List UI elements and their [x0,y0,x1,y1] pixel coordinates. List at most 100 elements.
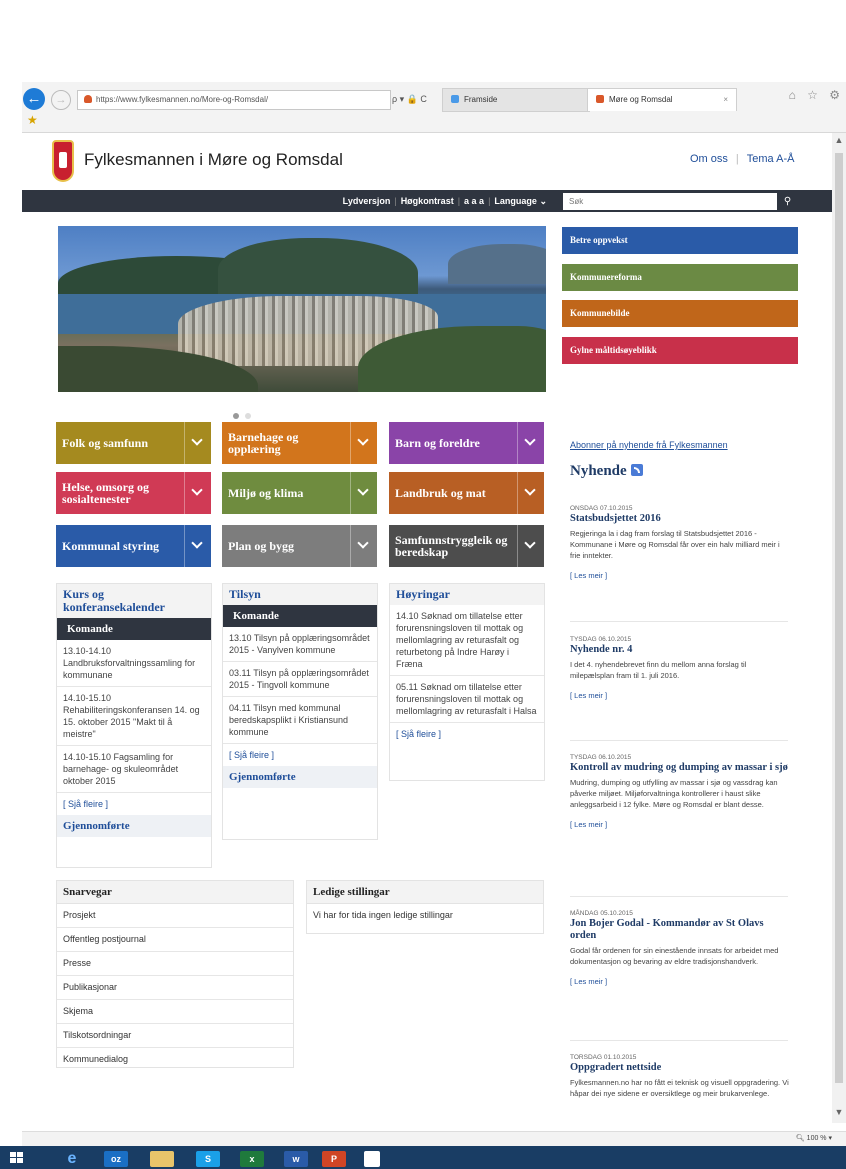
rss-icon[interactable] [630,464,643,476]
shortcut-link[interactable]: Prosjekt [57,904,293,928]
carousel-dot[interactable] [233,413,239,419]
list-item[interactable]: 14.10-15.10 Fagsamling for barnehage- og… [57,746,211,793]
link-hogkontrast[interactable]: Høgkontrast [401,196,454,206]
news-title[interactable]: Oppgradert nettside [570,1062,790,1074]
tile-barn-og-foreldre[interactable]: Barn og foreldre [389,422,544,464]
site-title[interactable]: Fylkesmannen i Møre og Romsdal [84,150,343,170]
site-tab-icon [596,95,604,103]
subscribe-link[interactable]: Abonner på nyhende frå Fylkesmannen [570,440,728,450]
text-size-control[interactable]: a a a [464,196,484,206]
list-item[interactable]: 13.10 Tilsyn på opplæringsområdet 2015 -… [223,627,377,662]
scroll-down-icon[interactable]: ▼ [832,1107,846,1121]
chevron-down-icon[interactable] [184,422,211,464]
search-input[interactable]: Søk [563,193,777,210]
tilsyn-gjennomforte-link[interactable]: Gjennomførte [223,766,377,788]
chevron-down-icon[interactable]: ⌄ [539,196,547,206]
word-taskbar-icon[interactable]: w [284,1151,308,1167]
link-tema-a-a[interactable]: Tema A-Å [747,153,795,165]
banner-kommunereforma[interactable]: Kommunereforma [562,264,798,291]
list-item[interactable]: 13.10-14.10 Landbruksforvaltningssamling… [57,640,211,687]
document-taskbar-icon[interactable] [364,1151,380,1167]
tab-close-icon[interactable]: × [723,89,728,111]
tilsyn-title[interactable]: Tilsyn [223,584,377,605]
tile-barnehage-og-opplaering[interactable]: Barnehage og opplæring [222,422,377,464]
list-item[interactable]: 05.11 Søknad om tillatelse etter foruren… [390,676,544,723]
banner-kommunebilde[interactable]: Kommunebilde [562,300,798,327]
kurs-kalender-panel: Kurs og konferansekalender Komande 13.10… [56,583,212,868]
read-more-link[interactable]: [ Les meir ] [570,820,790,829]
carousel-dot[interactable] [245,413,251,419]
powerpoint-taskbar-icon[interactable]: P [322,1151,346,1167]
chevron-down-icon[interactable] [184,525,211,567]
banner-gylne-maltidsoyeblikk[interactable]: Gylne måltidsøyeblikk [562,337,798,364]
tile-miljo-og-klima[interactable]: Miljø og klima [222,472,377,514]
tab-more-og-romsdal[interactable]: Møre og Romsdal × [587,88,737,111]
tilsyn-see-more-link[interactable]: [ Sjå fleire ] [223,744,377,766]
forward-arrow-icon[interactable]: → [51,90,71,110]
search-icon[interactable]: ⚲ [777,193,798,210]
chevron-down-icon[interactable] [517,472,544,514]
chevron-down-icon[interactable] [350,422,377,464]
page-scrollbar[interactable]: ▲ ▼ [832,133,846,1123]
banner-betre-oppvekst[interactable]: Betre oppvekst [562,227,798,254]
news-body: Fylkesmannen.no har no fått ei teknisk o… [570,1078,789,1098]
read-more-link[interactable]: [ Les meir ] [570,977,790,986]
scroll-up-icon[interactable]: ▲ [832,135,846,149]
chevron-down-icon[interactable] [184,472,211,514]
read-more-link[interactable]: [ Les meir ] [570,571,790,580]
coat-of-arms-logo[interactable] [52,140,74,182]
hero-image[interactable] [58,226,546,392]
outlook-taskbar-icon[interactable]: oz [104,1151,128,1167]
read-more-link[interactable]: [ Les meir ] [570,691,790,700]
tile-helse-omsorg[interactable]: Helse, omsorg og sosialtenester [56,472,211,514]
kurs-gjennomforte-link[interactable]: Gjennomførte [57,815,211,837]
kurs-title[interactable]: Kurs og konferansekalender [57,584,211,618]
hoyringar-see-more-link[interactable]: [ Sjå fleire ] [390,723,544,745]
back-arrow-icon[interactable]: ← [23,88,45,110]
windows-start-icon[interactable] [10,1152,24,1164]
ie-taskbar-icon[interactable]: e [60,1151,84,1167]
language-menu[interactable]: Language [494,196,537,206]
news-title[interactable]: Jon Bojer Godal - Kommandør av St Olavs … [570,918,790,942]
list-item[interactable]: 14.10 Søknad om tillatelse etter foruren… [390,605,544,676]
news-title[interactable]: Nyhende nr. 4 [570,644,790,656]
tile-folk-og-samfunn[interactable]: Folk og samfunn [56,422,211,464]
divider: | [488,196,491,206]
stillingar-text: Vi har for tida ingen ledige stillingar [313,910,453,920]
scroll-thumb[interactable] [835,153,843,1083]
address-bar[interactable]: https://www.fylkesmannen.no/More-og-Roms… [77,90,391,110]
list-item[interactable]: 03.11 Tilsyn på opplæringsområdet 2015 -… [223,662,377,697]
kurs-see-more-link[interactable]: [ Sjå fleire ] [57,793,211,815]
hoyringar-title[interactable]: Høyringar [390,584,544,605]
link-lydversjon[interactable]: Lydversjon [343,196,391,206]
list-item[interactable]: 04.11 Tilsyn med kommunal beredskapsplik… [223,697,377,744]
list-item[interactable]: 14.10-15.10 Rehabiliteringskonferansen 1… [57,687,211,746]
news-title[interactable]: Kontroll av mudring og dumping av massar… [570,762,790,774]
tile-landbruk-og-mat[interactable]: Landbruk og mat [389,472,544,514]
chevron-down-icon[interactable] [350,525,377,567]
shortcut-link[interactable]: Kommunedialog [57,1048,293,1071]
browser-toolbar-icons[interactable]: ⌂ ☆ ⚙ [789,88,844,102]
tile-plan-og-bygg[interactable]: Plan og bygg [222,525,377,567]
shortcut-link[interactable]: Publikasjonar [57,976,293,1000]
link-om-oss[interactable]: Om oss [690,153,728,165]
shortcut-link[interactable]: Offentleg postjournal [57,928,293,952]
divider [570,621,788,622]
tile-kommunal-styring[interactable]: Kommunal styring [56,525,211,567]
news-title[interactable]: Statsbudsjettet 2016 [570,513,790,525]
favorites-star-icon[interactable]: ★ [27,114,39,126]
chevron-down-icon[interactable] [350,472,377,514]
browser-status-bar: 🔍︎ 100 % ▾ [22,1131,846,1146]
explorer-taskbar-icon[interactable] [150,1151,174,1167]
shortcut-link[interactable]: Tilskotsordningar [57,1024,293,1048]
skype-taskbar-icon[interactable]: S [196,1151,220,1167]
shortcut-link[interactable]: Skjema [57,1000,293,1024]
chevron-down-icon[interactable] [517,525,544,567]
excel-taskbar-icon[interactable]: x [240,1151,264,1167]
news-heading: Nyhende [570,463,643,480]
tab-framside[interactable]: Framside [442,88,590,112]
tile-samfunnstryggleik[interactable]: Samfunnstryggleik og beredskap [389,525,544,567]
shortcut-link[interactable]: Presse [57,952,293,976]
zoom-level[interactable]: 🔍︎ 100 % ▾ [796,1132,832,1146]
chevron-down-icon[interactable] [517,422,544,464]
